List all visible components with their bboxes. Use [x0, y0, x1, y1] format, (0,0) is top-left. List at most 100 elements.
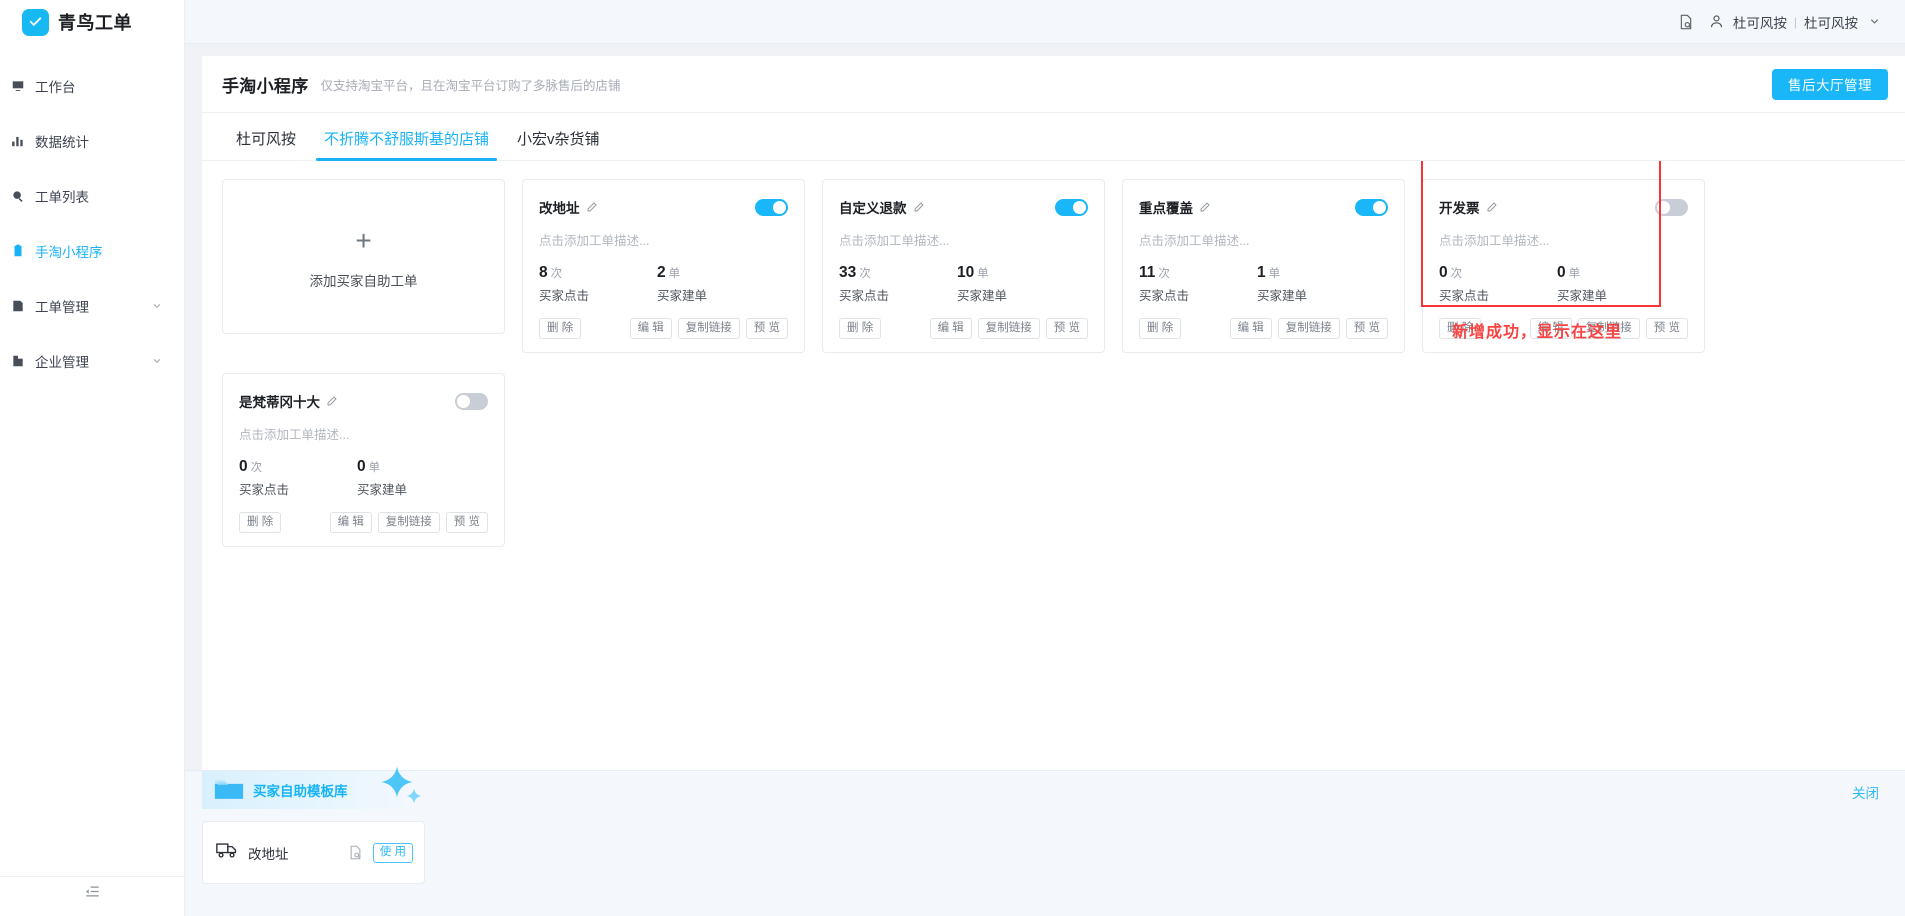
- edit-button[interactable]: 编 辑: [1229, 318, 1272, 339]
- tab-shop-0[interactable]: 杜可风按: [222, 128, 310, 160]
- card-stat-clicks: 33 次 买家点击: [839, 264, 957, 304]
- ticket-card: 改地址 点击添加工单描述... 8次 买家点击 2 单 买家建单 删 除 编 辑…: [522, 179, 805, 353]
- card-header: 是梵蒂冈十大: [239, 391, 488, 411]
- card-stat-clicks: 0次 买家点击: [239, 458, 357, 498]
- card-enable-toggle[interactable]: [1355, 198, 1388, 216]
- card-description-placeholder[interactable]: 点击添加工单描述...: [1139, 230, 1388, 249]
- card-stat-clicks: 11 次 买家点击: [1139, 264, 1257, 304]
- card-stat-orders: 0单 买家建单: [357, 458, 475, 498]
- pencil-icon[interactable]: [326, 395, 338, 407]
- user-menu[interactable]: 杜可风按 | 杜可风按: [1708, 12, 1883, 32]
- clicks-label: 买家点击: [539, 289, 590, 303]
- sparkle-icon: [406, 788, 422, 809]
- clicks-unit: 次: [1450, 268, 1463, 280]
- copy-link-button[interactable]: 复制链接: [977, 318, 1040, 339]
- sidebar-collapse-button[interactable]: [0, 876, 184, 910]
- copy-link-button[interactable]: 复制链接: [677, 318, 740, 339]
- main-region: 杜可风按 | 杜可风按 手淘小程序 仅支持淘宝平台，且在淘宝平台订购了多脉售后的…: [185, 0, 1905, 916]
- card-enable-toggle[interactable]: [455, 392, 488, 410]
- use-template-button[interactable]: 使 用: [372, 842, 413, 863]
- add-ticket-label: 添加买家自助工单: [309, 274, 418, 289]
- card-description-placeholder[interactable]: 点击添加工单描述...: [1439, 230, 1688, 249]
- plus-icon: +: [355, 225, 372, 256]
- card-description-placeholder[interactable]: 点击添加工单描述...: [839, 230, 1088, 249]
- clicks-value: 0: [1439, 264, 1448, 281]
- card-title: 自定义退款: [839, 201, 907, 216]
- edit-button[interactable]: 编 辑: [629, 318, 672, 339]
- orders-unit: 单: [1568, 268, 1581, 280]
- sidebar-item-enterprise-manage[interactable]: 企业管理: [0, 333, 184, 388]
- grid-cell: + 添加买家自助工单: [222, 179, 522, 353]
- file-icon: [10, 298, 26, 314]
- sidebar-item-label: 工单列表: [35, 189, 89, 205]
- preview-button[interactable]: 预 览: [745, 318, 788, 339]
- shop-tabs: 杜可风按 不折腾不舒服斯基的店铺 小宏v杂货铺: [202, 116, 1905, 161]
- brand-logo[interactable]: 青鸟工单: [0, 0, 184, 44]
- delete-button[interactable]: 删 除: [839, 318, 882, 339]
- ticket-card: 自定义退款 点击添加工单描述... 33 次 买家点击 10 单 买家建单 删 …: [822, 179, 1105, 353]
- copy-link-button[interactable]: 复制链接: [377, 512, 440, 533]
- clicks-label: 买家点击: [239, 483, 290, 497]
- truck-icon: [216, 840, 238, 865]
- tab-shop-1[interactable]: 不折腾不舒服斯基的店铺: [310, 128, 503, 161]
- template-card[interactable]: 改地址 使 用: [202, 821, 425, 884]
- card-enable-toggle[interactable]: [1055, 198, 1088, 216]
- edit-button[interactable]: 编 辑: [929, 318, 972, 339]
- preview-button[interactable]: 预 览: [1345, 318, 1388, 339]
- preview-button[interactable]: 预 览: [445, 512, 488, 533]
- pencil-icon[interactable]: [1486, 201, 1498, 213]
- clicks-unit: 次: [1158, 268, 1170, 280]
- card-actions: 删 除 编 辑 复制链接 预 览: [1139, 318, 1388, 339]
- delete-button[interactable]: 删 除: [539, 318, 582, 339]
- document-search-icon[interactable]: [1677, 13, 1695, 31]
- card-header: 自定义退款: [839, 197, 1088, 217]
- bar-chart-icon: [10, 133, 26, 149]
- sidebar-item-taobao-miniprogram[interactable]: 手淘小程序: [0, 223, 184, 278]
- orders-unit: 单: [977, 268, 989, 280]
- copy-link-button[interactable]: 复制链接: [1277, 318, 1340, 339]
- card-description-placeholder[interactable]: 点击添加工单描述...: [239, 424, 488, 443]
- orders-value: 10: [957, 264, 975, 281]
- card-stat-orders: 0单 买家建单: [1557, 264, 1675, 304]
- card-description-placeholder[interactable]: 点击添加工单描述...: [539, 230, 788, 249]
- card-title: 重点覆盖: [1139, 201, 1193, 216]
- aftersales-hall-manage-button[interactable]: 售后大厅管理: [1772, 68, 1888, 100]
- pencil-icon[interactable]: [586, 201, 598, 213]
- delete-button[interactable]: 删 除: [239, 512, 282, 533]
- pencil-icon[interactable]: [1199, 201, 1211, 213]
- chevron-down-icon: [152, 301, 162, 311]
- card-title: 是梵蒂冈十大: [239, 395, 320, 410]
- orders-value: 0: [1557, 264, 1566, 281]
- card-actions: 删 除 编 辑 复制链接 预 览: [539, 318, 788, 339]
- sidebar-item-ticket-manage[interactable]: 工单管理: [0, 278, 184, 333]
- card-title: 改地址: [539, 201, 580, 216]
- topbar-account-name: 杜可风按: [1804, 15, 1858, 31]
- sidebar-item-workbench[interactable]: 工作台: [0, 58, 184, 113]
- search-icon: [10, 188, 26, 204]
- sidebar-item-statistics[interactable]: 数据统计: [0, 113, 184, 168]
- orders-label: 买家建单: [1257, 289, 1308, 303]
- sidebar-item-label: 手淘小程序: [35, 244, 103, 260]
- chevron-down-icon: [1865, 13, 1883, 31]
- orders-label: 买家建单: [957, 289, 1008, 303]
- delete-button[interactable]: 删 除: [1139, 318, 1182, 339]
- sidebar-item-label: 数据统计: [35, 134, 89, 150]
- preview-button[interactable]: 预 览: [1045, 318, 1088, 339]
- clicks-label: 买家点击: [1439, 289, 1490, 303]
- tab-shop-2[interactable]: 小宏v杂货铺: [503, 128, 614, 160]
- preview-icon[interactable]: [348, 845, 363, 860]
- pencil-icon[interactable]: [913, 201, 925, 213]
- card-stats: 33 次 买家点击 10 单 买家建单: [839, 264, 1088, 304]
- add-ticket-card[interactable]: + 添加买家自助工单: [222, 179, 505, 334]
- edit-button[interactable]: 编 辑: [329, 512, 372, 533]
- card-enable-toggle[interactable]: [1655, 198, 1688, 216]
- clicks-label: 买家点击: [1139, 289, 1190, 303]
- sidebar-item-ticket-list[interactable]: 工单列表: [0, 168, 184, 223]
- preview-button[interactable]: 预 览: [1645, 318, 1688, 339]
- card-enable-toggle[interactable]: [755, 198, 788, 216]
- card-stat-orders: 1单 买家建单: [1257, 264, 1375, 304]
- orders-unit: 单: [1268, 268, 1281, 280]
- topbar-user-name: 杜可风按: [1732, 15, 1787, 31]
- close-template-panel-link[interactable]: 关闭: [1852, 782, 1879, 802]
- card-header: 开发票: [1439, 197, 1688, 217]
